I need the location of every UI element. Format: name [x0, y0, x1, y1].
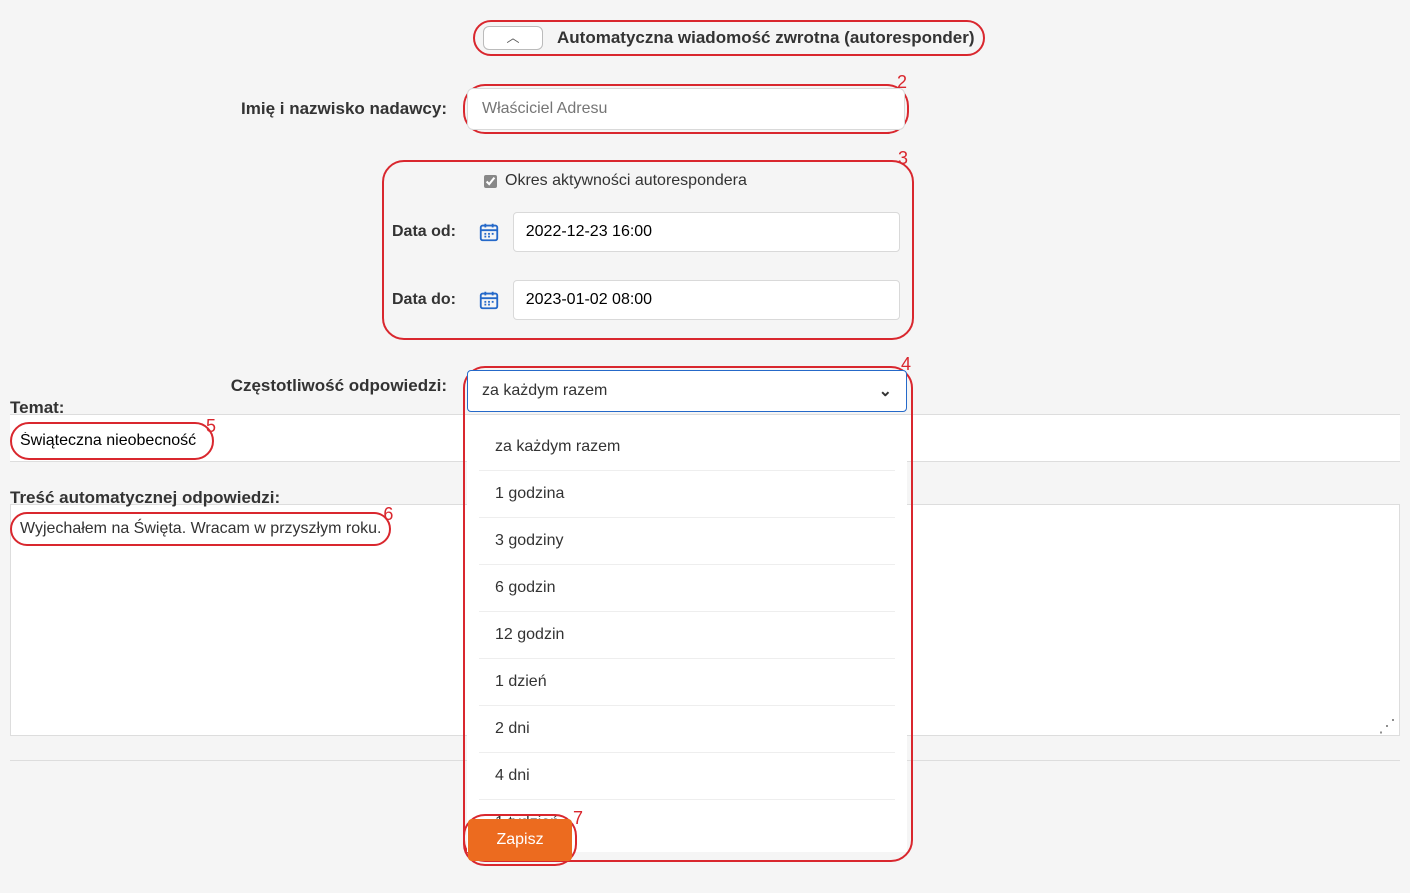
frequency-select[interactable]: za każdym razem ⌄	[467, 370, 907, 412]
frequency-label: Częstotliwość odpowiedzi:	[10, 366, 463, 396]
date-from-label: Data od:	[392, 223, 474, 241]
save-button[interactable]: Zapisz	[468, 819, 572, 861]
frequency-option[interactable]: 1 godzina	[479, 471, 895, 518]
calendar-icon[interactable]	[476, 218, 503, 246]
period-checkbox[interactable]	[484, 175, 497, 188]
period-checkbox-label: Okres aktywności autorespondera	[505, 172, 747, 190]
frequency-selected-value: za każdym razem	[482, 382, 607, 400]
sender-row: Imię i nazwisko nadawcy: 2	[10, 84, 1400, 134]
frequency-option[interactable]: 4 dni	[479, 753, 895, 800]
section-title: Automatyczna wiadomość zwrotna (autoresp…	[557, 28, 975, 48]
frequency-option[interactable]: 3 godziny	[479, 518, 895, 565]
frequency-option[interactable]: 6 godzin	[479, 565, 895, 612]
annotation-2: 2	[897, 72, 907, 93]
annotation-3: 3	[898, 148, 908, 169]
save-block: Zapisz 7	[463, 814, 577, 866]
frequency-row: Częstotliwość odpowiedzi: 4 za każdym ra…	[10, 366, 1400, 862]
collapse-button[interactable]: ︿	[483, 26, 543, 50]
date-to-label: Data do:	[392, 291, 474, 309]
annotation-7: 7	[573, 808, 583, 829]
chevron-down-icon: ⌄	[879, 381, 892, 401]
date-to-input[interactable]	[513, 280, 900, 320]
sender-input[interactable]	[467, 88, 905, 130]
frequency-option[interactable]: za każdym razem	[479, 424, 895, 471]
activity-period-block: 3 Okres aktywności autorespondera Data o…	[382, 160, 914, 340]
frequency-options-list: za każdym razem 1 godzina 3 godziny 6 go…	[467, 418, 907, 852]
annotation-4: 4	[901, 354, 911, 375]
frequency-option[interactable]: 12 godzin	[479, 612, 895, 659]
frequency-option[interactable]: 2 dni	[479, 706, 895, 753]
frequency-option[interactable]: 1 dzień	[479, 659, 895, 706]
sender-label: Imię i nazwisko nadawcy:	[10, 99, 463, 119]
date-from-input[interactable]	[513, 212, 900, 252]
section-header: ︿ Automatyczna wiadomość zwrotna (autore…	[473, 20, 1400, 60]
calendar-icon[interactable]	[476, 286, 503, 314]
